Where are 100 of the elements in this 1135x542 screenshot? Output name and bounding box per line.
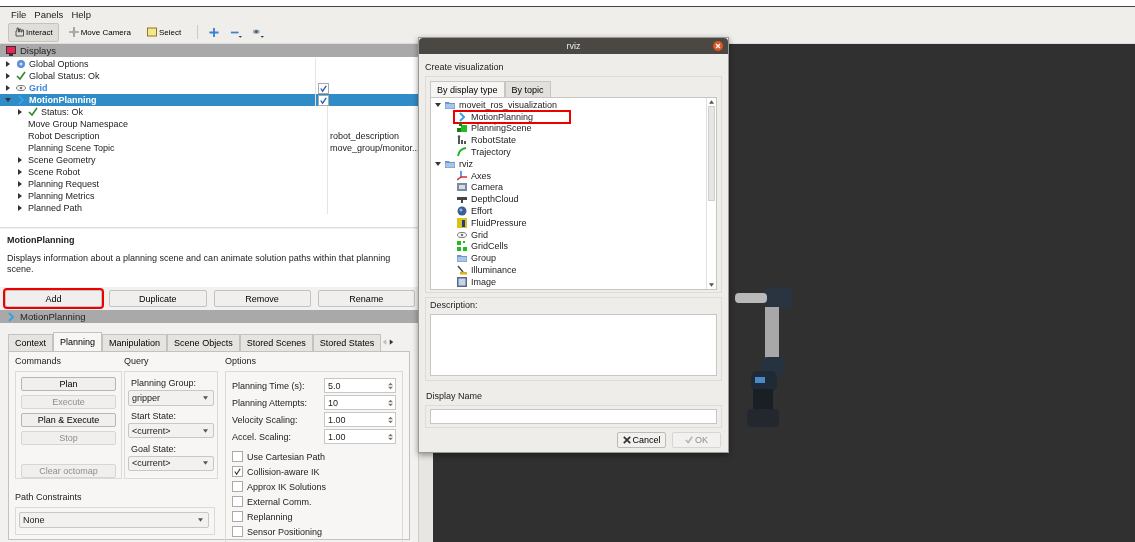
menu-item[interactable]: Panels bbox=[34, 8, 64, 20]
visualization-item[interactable]: Effort bbox=[455, 206, 495, 217]
dropdown-arrow-icon bbox=[203, 461, 208, 466]
panel-button[interactable]: Rename bbox=[317, 290, 415, 307]
tree-label: Global Status: Ok bbox=[29, 71, 100, 81]
tab[interactable]: Manipulation bbox=[102, 334, 168, 351]
tab[interactable]: Planning bbox=[53, 332, 103, 351]
tool-button[interactable]: Move Camera bbox=[62, 22, 137, 42]
checkbox[interactable] bbox=[232, 481, 243, 492]
tree-label: Scene Geometry bbox=[28, 155, 96, 165]
property-value: robot_description bbox=[330, 131, 400, 141]
visualization-item[interactable]: MotionPlanning bbox=[455, 111, 569, 122]
gauge-icon bbox=[457, 217, 467, 228]
tree-label: Scene Robot bbox=[28, 167, 81, 177]
visualization-item[interactable]: Illuminance bbox=[455, 265, 519, 276]
axes-icon bbox=[457, 170, 467, 181]
tree-label: Planning Request bbox=[28, 179, 100, 189]
command-button[interactable]: Plan & Execute bbox=[21, 413, 116, 427]
visualization-item[interactable]: moveit_ros_visualization bbox=[443, 99, 560, 110]
spin-arrows-icon[interactable] bbox=[388, 431, 393, 442]
visualization-item[interactable]: Group bbox=[455, 253, 498, 264]
field-label: Description: bbox=[430, 300, 479, 310]
menu-item[interactable]: File bbox=[11, 8, 27, 20]
checkbox[interactable] bbox=[232, 496, 243, 507]
scroll-down-icon[interactable] bbox=[709, 283, 714, 287]
group-title: Path Constraints bbox=[15, 492, 83, 504]
camera-icon bbox=[457, 182, 467, 193]
description-text: Displays information about a planning scene and can animate solution paths within that planning scene. bbox=[7, 253, 392, 275]
checkbox[interactable] bbox=[232, 466, 243, 477]
close-icon[interactable] bbox=[713, 41, 723, 51]
spin-box[interactable]: 5.0 bbox=[324, 378, 396, 393]
move-icon bbox=[68, 27, 79, 37]
visualization-item[interactable]: DepthCloud bbox=[455, 194, 521, 205]
tab[interactable]: By topic bbox=[504, 81, 551, 97]
field-label: Planning Time (s): bbox=[232, 380, 306, 391]
field-label: Display Name bbox=[425, 391, 484, 401]
visualization-item[interactable]: Image bbox=[455, 276, 498, 287]
tab[interactable]: Context bbox=[8, 334, 54, 351]
checkbox[interactable] bbox=[318, 82, 329, 94]
tool-button[interactable]: Select bbox=[140, 22, 188, 42]
panel-button[interactable]: Duplicate bbox=[109, 290, 207, 307]
visualization-item[interactable]: Grid bbox=[455, 229, 490, 240]
add-icon[interactable] bbox=[208, 26, 221, 38]
spin-box[interactable]: 10 bbox=[324, 395, 396, 410]
chevron-icon bbox=[6, 311, 16, 322]
visualization-item[interactable]: Axes bbox=[455, 170, 493, 181]
spin-arrows-icon[interactable] bbox=[388, 397, 393, 408]
visualization-item[interactable]: FluidPressure bbox=[455, 217, 529, 228]
expand-arrow-icon[interactable] bbox=[17, 193, 23, 199]
checkbox[interactable] bbox=[232, 451, 243, 462]
spin-arrows-icon[interactable] bbox=[388, 414, 393, 425]
spin-box[interactable]: 1.00 bbox=[324, 429, 396, 444]
visualization-item[interactable]: GridCells bbox=[455, 241, 510, 252]
tree-label: Grid bbox=[29, 83, 48, 93]
expand-arrow-icon[interactable] bbox=[17, 181, 23, 187]
expand-arrow-icon[interactable] bbox=[17, 109, 23, 115]
checkmark-icon bbox=[28, 107, 38, 117]
expand-arrow-icon[interactable] bbox=[17, 169, 23, 175]
checkbox[interactable] bbox=[232, 511, 243, 522]
monitor-icon bbox=[6, 45, 16, 56]
dropdown[interactable]: gripper bbox=[128, 390, 214, 406]
menu-item[interactable]: Help bbox=[71, 8, 91, 20]
tool-button[interactable]: Interact bbox=[8, 22, 59, 42]
dropdown[interactable]: <current> bbox=[128, 423, 214, 439]
visualization-item[interactable]: RobotState bbox=[455, 135, 519, 146]
expand-arrow-icon[interactable] bbox=[5, 85, 11, 91]
command-button[interactable]: Plan bbox=[21, 377, 116, 391]
checkbox[interactable] bbox=[318, 94, 329, 106]
tab[interactable]: By display type bbox=[430, 81, 505, 97]
visualization-item[interactable]: Trajectory bbox=[455, 147, 513, 158]
spin-box[interactable]: 1.00 bbox=[324, 412, 396, 427]
scrollbar[interactable] bbox=[706, 98, 716, 289]
hand-icon bbox=[14, 27, 24, 37]
expand-arrow-icon[interactable] bbox=[5, 61, 11, 67]
display-name-field[interactable] bbox=[430, 409, 717, 424]
scroll-up-icon[interactable] bbox=[709, 100, 714, 104]
checkbox-label: Use Cartesian Path bbox=[247, 451, 326, 462]
checkbox[interactable] bbox=[232, 526, 243, 537]
field-label: Planning Group: bbox=[130, 377, 198, 390]
checkbox-label: Collision-aware IK bbox=[247, 466, 320, 477]
panel-button[interactable]: Remove bbox=[213, 290, 311, 307]
panel-button[interactable]: Add bbox=[5, 290, 103, 307]
collapse-arrow-icon[interactable] bbox=[435, 101, 441, 108]
visualization-item[interactable]: Camera bbox=[455, 182, 505, 193]
tab[interactable]: Stored Scenes bbox=[239, 334, 313, 351]
chevron-icon bbox=[16, 95, 26, 105]
dropdown[interactable]: None bbox=[19, 512, 209, 528]
dropdown[interactable]: <current> bbox=[128, 455, 214, 471]
expand-arrow-icon[interactable] bbox=[17, 157, 23, 163]
spin-arrows-icon[interactable] bbox=[388, 380, 393, 391]
visualization-item[interactable]: rviz bbox=[443, 158, 475, 169]
tree-row[interactable]: MotionPlanning bbox=[0, 94, 418, 106]
visualization-item[interactable]: PlanningScene bbox=[455, 123, 534, 134]
expand-arrow-icon[interactable] bbox=[5, 73, 11, 79]
arc-icon bbox=[457, 147, 467, 158]
tab[interactable]: Scene Objects bbox=[167, 334, 240, 351]
expand-arrow-icon[interactable] bbox=[17, 205, 23, 211]
collapse-arrow-icon[interactable] bbox=[435, 160, 441, 167]
tab[interactable]: Stored States bbox=[312, 334, 382, 351]
dialog-button[interactable]: Cancel bbox=[617, 432, 666, 448]
